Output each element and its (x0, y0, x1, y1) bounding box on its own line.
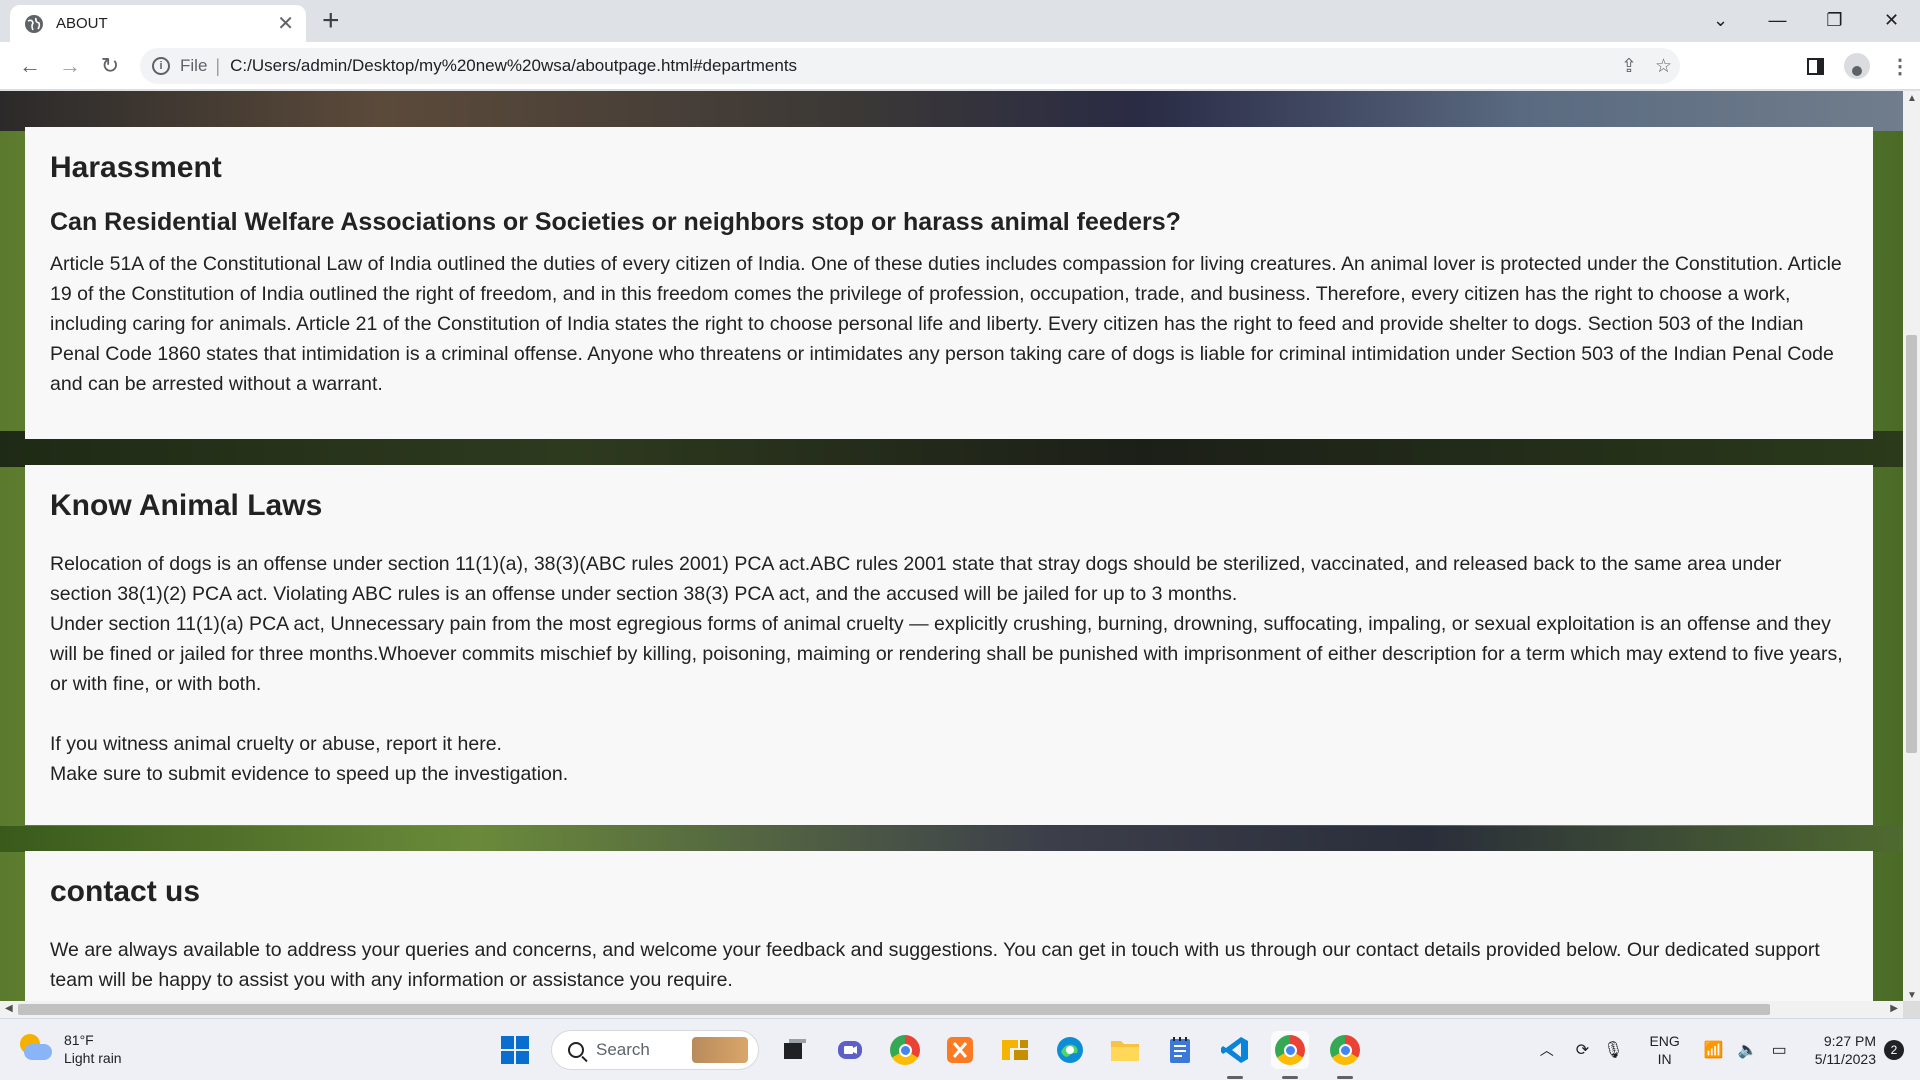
chrome-profile-icon (1330, 1035, 1360, 1065)
minimize-button[interactable]: — (1749, 10, 1806, 31)
start-button[interactable] (496, 1031, 534, 1069)
animal-laws-section: Know Animal Laws Relocation of dogs is a… (25, 465, 1873, 825)
evidence-note-text: Make sure to submit evidence to speed up… (50, 763, 569, 785)
clock-time: 9:27 PM (1823, 1033, 1876, 1049)
windows-taskbar: 81°F Light rain Search ︿ ⟳ 🎙 ENG IN 📶 🔈 … (0, 1018, 1920, 1080)
scroll-up-arrow-icon[interactable]: ▲ (1907, 93, 1917, 104)
notepad-taskbar-button[interactable] (1161, 1031, 1199, 1069)
language-indicator[interactable]: ENG IN (1649, 1032, 1679, 1068)
volume-icon[interactable]: 🔈 (1738, 1040, 1758, 1060)
profile-avatar[interactable] (1844, 53, 1870, 79)
tab-title: ABOUT (56, 15, 108, 32)
show-hidden-icons-chevron-icon[interactable]: ︿ (1540, 1040, 1554, 1060)
animal-laws-heading: Know Animal Laws (50, 489, 323, 522)
back-button[interactable]: ← (10, 53, 50, 79)
teams-chat-icon (838, 1041, 862, 1059)
contact-heading: contact us (50, 875, 201, 908)
edge-taskbar-button[interactable] (1051, 1031, 1089, 1069)
search-icon (568, 1042, 584, 1058)
sublime-taskbar-button[interactable] (996, 1031, 1034, 1069)
report-cruelty-text: If you witness animal cruelty or abuse, … (50, 733, 502, 755)
menu-kebab-icon[interactable]: ⋮ (1890, 54, 1910, 79)
site-info-icon[interactable]: i (152, 57, 170, 75)
close-window-button[interactable]: ✕ (1863, 10, 1920, 31)
taskbar-search-box[interactable]: Search (551, 1030, 759, 1070)
horizontal-scroll-thumb[interactable] (18, 1004, 1770, 1015)
background-image-strip (0, 91, 1903, 131)
notification-count-badge[interactable]: 2 (1884, 1040, 1904, 1060)
edge-icon (1057, 1037, 1083, 1063)
taskbar-apps: Search (496, 1019, 1381, 1080)
system-tray: ︿ ⟳ 🎙 ENG IN 📶 🔈 ▭ 9:27 PM 5/11/2023 2 (1540, 1019, 1920, 1080)
clock-date: 5/11/2023 (1814, 1051, 1876, 1067)
chrome-profile-taskbar-button[interactable] (1326, 1031, 1364, 1079)
forward-button[interactable]: → (50, 53, 90, 79)
language-code: ENG (1649, 1033, 1680, 1049)
xampp-taskbar-button[interactable] (941, 1031, 979, 1069)
chrome-icon (890, 1035, 920, 1065)
microphone-icon[interactable]: 🎙 (1603, 1040, 1623, 1060)
scroll-left-arrow-icon[interactable]: ◀ (5, 1003, 13, 1014)
weather-rain-icon (18, 1032, 52, 1066)
harassment-body: Article 51A of the Constitutional Law of… (50, 253, 1842, 395)
animal-laws-paragraph: Relocation of dogs is an offense under s… (50, 553, 1782, 605)
scrollbar-corner (1903, 1001, 1920, 1018)
contact-section: contact us We are always available to ad… (25, 851, 1873, 1001)
new-tab-button[interactable]: + (322, 6, 340, 36)
browser-toolbar: ← → ↻ i File | C:/Users/admin/Desktop/my… (0, 42, 1920, 90)
vscode-taskbar-button[interactable] (1216, 1031, 1254, 1079)
harassment-section: Harassment Can Residential Welfare Assoc… (25, 127, 1873, 439)
background-image-strip (0, 826, 1903, 852)
chrome-taskbar-button[interactable] (886, 1031, 924, 1069)
harassment-heading: Harassment (50, 151, 222, 184)
harassment-subheading: Can Residential Welfare Associations or … (50, 208, 1181, 236)
side-panel-icon[interactable] (1807, 57, 1824, 75)
horizontal-scrollbar[interactable]: ◀ ▶ (0, 1001, 1903, 1018)
restore-button[interactable]: ❐ (1806, 10, 1863, 31)
notepad-icon (1170, 1037, 1190, 1063)
chrome-icon (1275, 1035, 1305, 1065)
scroll-right-arrow-icon[interactable]: ▶ (1890, 1003, 1898, 1014)
sync-icon[interactable]: ⟳ (1576, 1040, 1589, 1060)
share-icon[interactable]: ⇪ (1621, 55, 1637, 78)
scroll-down-arrow-icon[interactable]: ▼ (1907, 990, 1917, 1001)
browser-tab-about[interactable]: ABOUT ✕ (10, 5, 306, 42)
tab-search-icon[interactable]: ⌄ (1692, 10, 1749, 31)
vscode-icon (1221, 1037, 1248, 1063)
address-bar[interactable]: i File | C:/Users/admin/Desktop/my%20new… (140, 48, 1680, 84)
tab-strip: ABOUT ✕ + ⌄ — ❐ ✕ (0, 0, 1920, 42)
teams-chat-button[interactable] (831, 1031, 869, 1069)
page-viewport: Harassment Can Residential Welfare Assoc… (0, 91, 1903, 1001)
url-scheme-label: File (180, 56, 208, 75)
close-tab-icon[interactable]: ✕ (277, 11, 294, 36)
weather-description: Light rain (64, 1050, 122, 1066)
vertical-scrollbar[interactable]: ▲ ▼ (1903, 91, 1920, 1001)
wifi-icon[interactable]: 📶 (1704, 1040, 1724, 1060)
folder-icon (1111, 1041, 1139, 1061)
animal-laws-paragraph: Under section 11(1)(a) PCA act, Unnecess… (50, 613, 1843, 695)
battery-icon[interactable]: ▭ (1772, 1040, 1787, 1060)
app-grid-icon (1002, 1040, 1028, 1060)
task-view-icon (784, 1039, 806, 1059)
taskbar-clock[interactable]: 9:27 PM 5/11/2023 (1815, 1032, 1876, 1068)
bookmark-star-icon[interactable]: ☆ (1655, 55, 1672, 78)
search-highlight-icon (692, 1037, 748, 1063)
profile-icon (1852, 66, 1862, 76)
window-controls: ⌄ — ❐ ✕ (1692, 0, 1920, 40)
task-view-button[interactable] (776, 1031, 814, 1069)
vertical-scroll-thumb[interactable] (1906, 335, 1917, 753)
url-separator: | (215, 55, 221, 76)
xampp-icon (947, 1037, 973, 1063)
chrome-active-taskbar-button[interactable] (1271, 1031, 1309, 1079)
weather-temperature: 81°F (64, 1032, 94, 1048)
globe-icon (25, 14, 43, 33)
weather-widget[interactable]: 81°F Light rain (18, 1031, 122, 1067)
file-explorer-button[interactable] (1106, 1031, 1144, 1069)
contact-body: We are always available to address your … (50, 939, 1820, 991)
url-text[interactable]: C:/Users/admin/Desktop/my%20new%20wsa/ab… (230, 56, 797, 76)
windows-logo-icon (501, 1036, 529, 1064)
reload-button[interactable]: ↻ (90, 53, 130, 79)
taskbar-search-placeholder: Search (596, 1040, 650, 1059)
region-code: IN (1657, 1051, 1672, 1067)
